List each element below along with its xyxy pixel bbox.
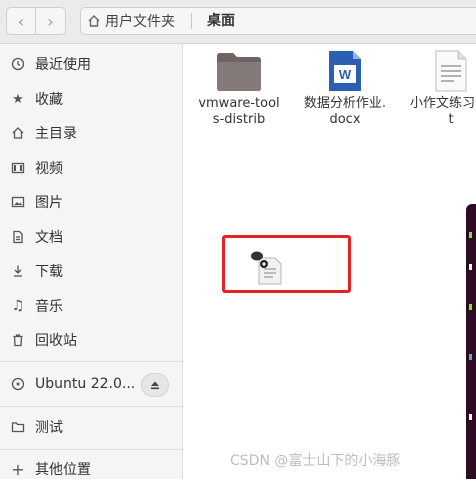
download-icon <box>10 263 26 279</box>
sidebar-item-downloads[interactable]: 下载 <box>0 255 182 287</box>
drag-copy-icon <box>251 251 282 285</box>
watermark: CSDN @富士山下的小海豚 <box>230 453 401 469</box>
image-icon <box>10 194 26 210</box>
folder-icon <box>217 53 261 91</box>
sidebar-item-label: 图片 <box>35 195 63 211</box>
sidebar-divider <box>0 361 182 362</box>
sidebar-item-recent[interactable]: 最近使用 <box>0 48 182 80</box>
sidebar-item-label: 测试 <box>35 420 63 436</box>
file-item-folder[interactable]: vmware-tools-distrib <box>197 50 281 128</box>
breadcrumb-current[interactable]: 桌面 <box>207 8 235 34</box>
forward-button[interactable]: › <box>36 7 66 35</box>
eject-icon <box>151 381 159 390</box>
chevron-left-icon: ‹ <box>17 11 25 31</box>
music-note-icon: ♫ <box>11 298 25 314</box>
sidebar-item-label: 下载 <box>35 264 63 280</box>
sidebar-item-label: Ubuntu 22.0... <box>35 376 136 392</box>
sidebar-item-pictures[interactable]: 图片 <box>0 186 182 218</box>
terminal-text-fragment <box>469 304 472 310</box>
plus-icon: + <box>11 459 25 479</box>
terminal-text-fragment <box>469 232 472 238</box>
terminal-text-fragment <box>469 264 472 270</box>
home-icon <box>88 15 100 27</box>
back-button[interactable]: ‹ <box>6 7 36 35</box>
text-file-icon <box>435 50 467 92</box>
word-document-icon: W <box>329 51 361 91</box>
terminal-text-fragment <box>469 354 472 360</box>
sidebar-item-documents[interactable]: 文档 <box>0 221 182 253</box>
sidebar-item-label: 主目录 <box>35 126 77 142</box>
file-item-txt[interactable]: 小作文练习.txt <box>409 50 476 128</box>
sidebar-item-label: 音乐 <box>35 299 63 315</box>
home-icon <box>10 125 26 141</box>
clock-icon <box>10 56 26 72</box>
star-icon: ★ <box>12 91 24 107</box>
sidebar-divider <box>0 406 182 407</box>
sidebar-item-other-locations[interactable]: + 其他位置 <box>0 453 182 485</box>
terminal-text-fragment <box>469 414 472 420</box>
document-icon <box>10 229 26 245</box>
sidebar-item-label: 最近使用 <box>35 57 91 73</box>
chevron-right-icon: › <box>47 11 54 31</box>
film-icon <box>10 160 26 176</box>
svg-text:W: W <box>339 67 352 82</box>
sidebar-item-music[interactable]: ♫ 音乐 <box>0 290 182 322</box>
header-bar: ‹ › 用户文件夹 桌面 <box>0 0 476 44</box>
sidebar-item-videos[interactable]: 视频 <box>0 152 182 184</box>
sidebar-item-label: 收藏 <box>35 92 63 108</box>
breadcrumb-home[interactable]: 用户文件夹 <box>87 8 175 34</box>
sidebar: 最近使用 ★ 收藏 主目录 视频 图片 文档 下载 ♫ 音乐 回收站 Ubunt… <box>0 44 183 479</box>
sidebar-item-label: 其他位置 <box>35 462 91 478</box>
eject-button[interactable] <box>141 373 169 397</box>
file-name: 小作文练习.txt <box>410 96 476 127</box>
terminal-window-edge[interactable] <box>466 204 476 479</box>
trash-icon <box>10 332 26 348</box>
file-name: vmware-tools-distrib <box>198 96 280 127</box>
breadcrumb-separator <box>191 13 192 29</box>
path-bar: 用户文件夹 桌面 <box>80 7 476 35</box>
folder-icon <box>10 419 26 435</box>
sidebar-item-starred[interactable]: ★ 收藏 <box>0 83 182 115</box>
sidebar-item-label: 视频 <box>35 161 63 177</box>
sidebar-item-bookmark-test[interactable]: 测试 <box>0 411 182 443</box>
sidebar-item-trash[interactable]: 回收站 <box>0 324 182 356</box>
file-item-docx[interactable]: W 数据分析作业.docx <box>303 50 387 128</box>
sidebar-divider <box>0 449 182 450</box>
sidebar-item-label: 回收站 <box>35 333 77 349</box>
sidebar-item-home[interactable]: 主目录 <box>0 117 182 149</box>
sidebar-item-label: 文档 <box>35 230 63 246</box>
file-name: 数据分析作业.docx <box>303 96 387 127</box>
disk-icon <box>10 376 26 392</box>
breadcrumb-home-label: 用户文件夹 <box>105 14 175 30</box>
